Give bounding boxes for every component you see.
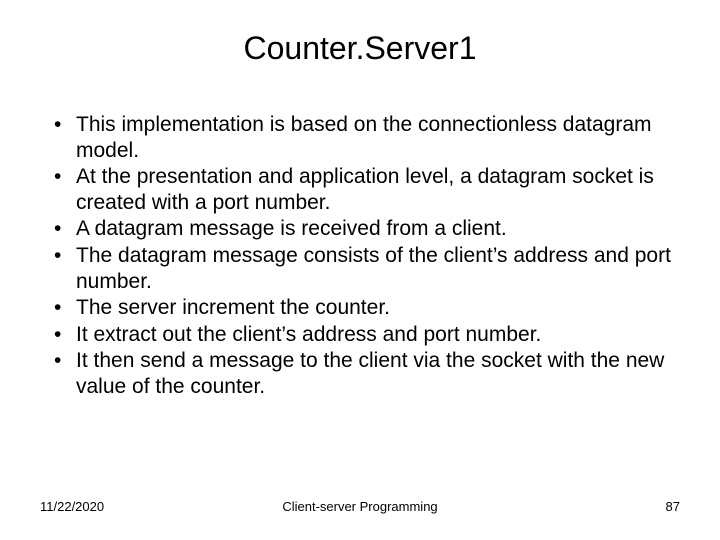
- slide: Counter.Server1 This implementation is b…: [0, 0, 720, 540]
- slide-title: Counter.Server1: [0, 30, 720, 67]
- footer-subject: Client-server Programming: [40, 499, 680, 514]
- footer-date: 11/22/2020: [40, 499, 104, 514]
- slide-body: This implementation is based on the conn…: [48, 112, 680, 401]
- bullet-item: The datagram message consists of the cli…: [48, 243, 680, 294]
- bullet-item: A datagram message is received from a cl…: [48, 216, 680, 242]
- bullet-list: This implementation is based on the conn…: [48, 112, 680, 400]
- footer-page: 87: [666, 499, 680, 514]
- bullet-item: At the presentation and application leve…: [48, 164, 680, 215]
- slide-footer: 11/22/2020 Client-server Programming 87: [40, 499, 680, 514]
- bullet-item: It extract out the client’s address and …: [48, 322, 680, 348]
- bullet-item: It then send a message to the client via…: [48, 348, 680, 399]
- bullet-item: This implementation is based on the conn…: [48, 112, 680, 163]
- bullet-item: The server increment the counter.: [48, 295, 680, 321]
